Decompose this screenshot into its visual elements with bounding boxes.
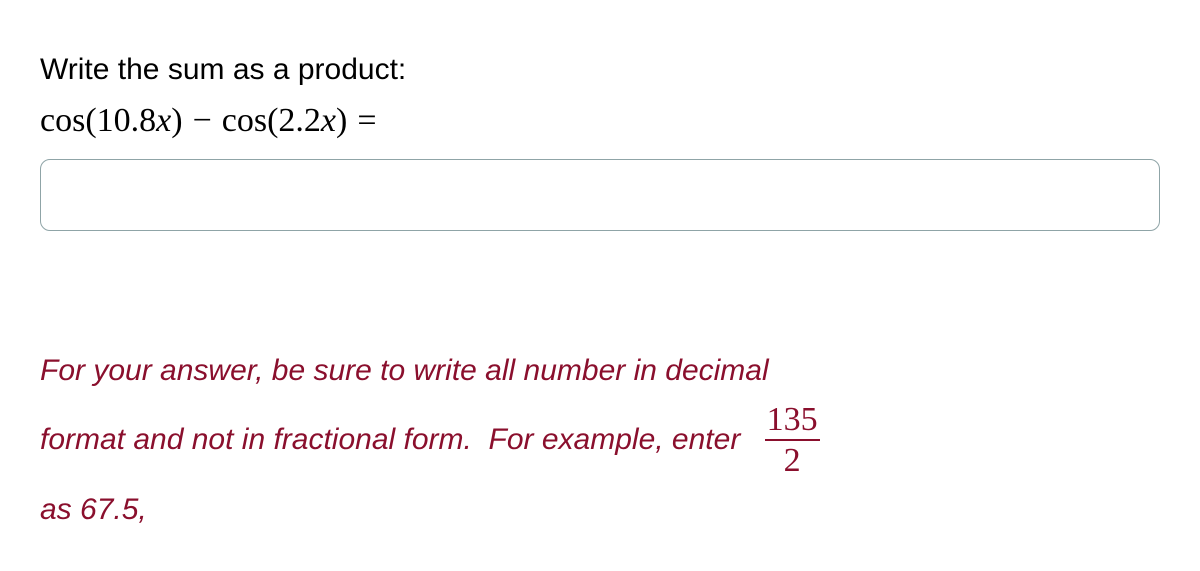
hint-line-2: format and not in fractional form. For e…: [40, 401, 1160, 480]
answer-input[interactable]: [40, 159, 1160, 231]
eq-close-2: ): [336, 102, 347, 139]
prompt-instruction: Write the sum as a product:: [40, 48, 1160, 92]
eq-coef-1: 10.8: [97, 102, 157, 139]
hint-text: For your answer, be sure to write all nu…: [40, 341, 1160, 540]
prompt-equation: cos(10.8x)−cos(2.2x)=: [40, 96, 1160, 145]
eq-minus: −: [183, 102, 222, 139]
hint-fraction: 135 2: [765, 401, 820, 480]
eq-coef-2: 2.2: [278, 102, 321, 139]
eq-equals: =: [347, 102, 386, 139]
hint-line-1: For your answer, be sure to write all nu…: [40, 341, 1160, 401]
eq-open-2: (: [267, 102, 278, 139]
hint-line-2-pre: format and not in fractional form. For e…: [40, 410, 749, 470]
eq-var-2: x: [321, 102, 336, 139]
eq-fn-cos-2: cos: [222, 102, 267, 139]
eq-open-1: (: [85, 102, 96, 139]
fraction-numerator: 135: [765, 401, 820, 439]
eq-var-1: x: [156, 102, 171, 139]
hint-line-3: as 67.5,: [40, 480, 1160, 540]
eq-fn-cos-1: cos: [40, 102, 85, 139]
fraction-denominator: 2: [765, 439, 820, 479]
eq-close-1: ): [171, 102, 182, 139]
